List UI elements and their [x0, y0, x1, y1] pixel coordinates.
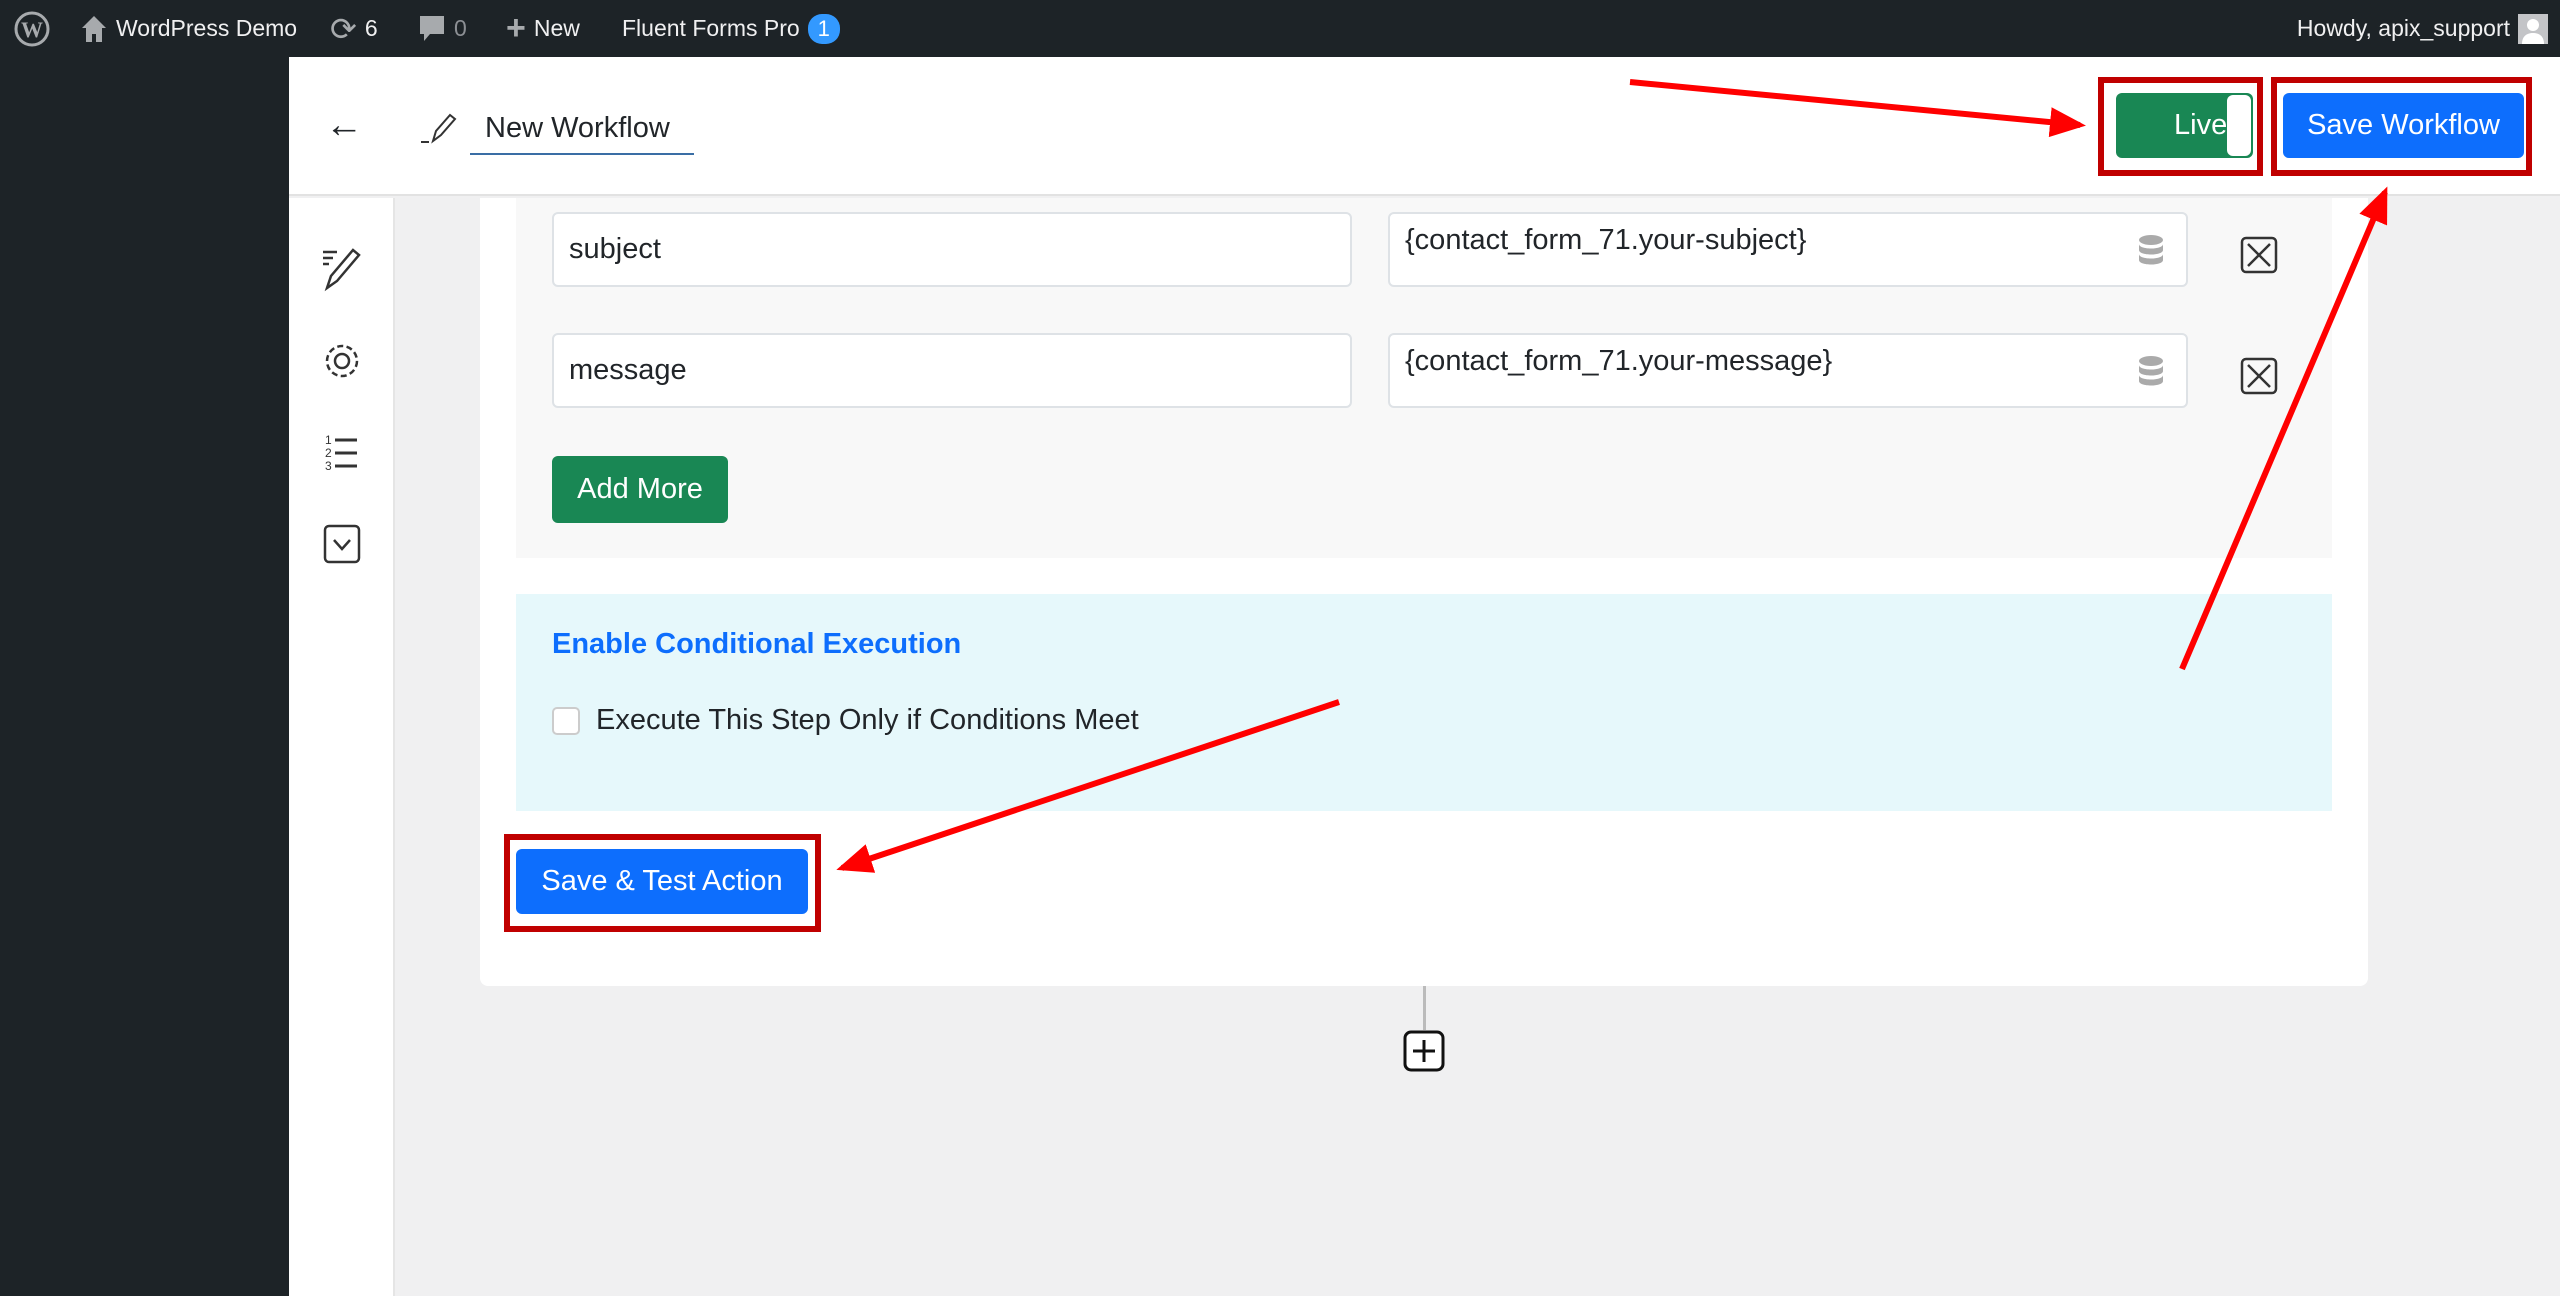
conditional-checkbox-row[interactable]: Execute This Step Only if Conditions Mee…	[552, 704, 1139, 737]
comment-icon	[420, 15, 444, 41]
updates-link[interactable]: ⟳ 6	[330, 0, 378, 57]
chevron-down-box-icon[interactable]	[319, 520, 365, 566]
workflow-connector-line	[1423, 986, 1426, 1030]
svg-text:1: 1	[325, 433, 332, 447]
conditional-checkbox[interactable]	[552, 706, 580, 735]
updates-icon: ⟳	[330, 10, 357, 47]
database-icon[interactable]	[2136, 355, 2166, 387]
comments-link[interactable]: 0	[418, 0, 467, 57]
updates-count: 6	[364, 15, 378, 41]
greeting: Howdy, apix_support	[2296, 15, 2510, 41]
annotation-box-live	[2098, 77, 2263, 176]
field-value-textarea[interactable]: {contact_form_71.your-message}	[1388, 333, 2188, 408]
conditional-execution-panel: Enable Conditional Execution Execute Thi…	[516, 594, 2332, 811]
annotation-box-save-workflow	[2271, 77, 2532, 176]
site-name: WordPress Demo	[116, 15, 298, 41]
new-label: New	[533, 15, 580, 41]
workflow-tool-sidebar: 123	[289, 198, 395, 1296]
plus-icon: +	[506, 9, 526, 47]
svg-text:3: 3	[325, 459, 332, 473]
svg-text:2: 2	[325, 446, 332, 460]
field-value-textarea[interactable]: {contact_form_71.your-subject}	[1388, 212, 2188, 287]
field-key-input[interactable]: message	[552, 333, 1352, 408]
new-content-link[interactable]: + New	[506, 0, 580, 57]
remove-row-icon[interactable]	[2240, 357, 2278, 395]
field-mapping-panel: subject {contact_form_71.your-subject} m…	[516, 198, 2332, 558]
conditional-checkbox-label: Execute This Step Only if Conditions Mee…	[596, 704, 1139, 736]
fluent-forms-link[interactable]: Fluent Forms Pro 1	[622, 0, 840, 57]
plugin-label: Fluent Forms Pro	[622, 15, 800, 41]
account-menu[interactable]: Howdy, apix_support	[2297, 0, 2548, 57]
avatar	[2518, 13, 2548, 44]
edit-list-icon[interactable]	[319, 246, 365, 292]
wp-admin-bar: W WordPress Demo ⟳ 6 0 + New Fluent Form…	[0, 0, 2560, 57]
home-icon	[82, 15, 106, 42]
field-key-input[interactable]: subject	[552, 212, 1352, 287]
back-arrow-icon[interactable]: ←	[325, 105, 363, 145]
workflow-title-input[interactable]: New Workflow	[470, 107, 694, 155]
annotation-box-save-test	[504, 834, 821, 932]
site-name-link[interactable]: WordPress Demo	[80, 0, 297, 57]
wordpress-logo-icon[interactable]: W	[14, 0, 50, 57]
notification-badge: 1	[807, 13, 840, 44]
add-more-button[interactable]: Add More	[552, 456, 728, 523]
add-step-icon[interactable]	[1403, 1030, 1445, 1072]
pencil-icon	[421, 113, 457, 144]
comments-count: 0	[454, 15, 467, 41]
database-icon[interactable]	[2136, 234, 2166, 266]
remove-row-icon[interactable]	[2240, 236, 2278, 274]
conditional-title: Enable Conditional Execution	[552, 628, 962, 660]
gear-icon[interactable]	[319, 338, 365, 384]
numbered-list-icon[interactable]: 123	[319, 430, 365, 476]
svg-text:W: W	[21, 17, 43, 42]
admin-sidebar	[0, 57, 289, 1296]
